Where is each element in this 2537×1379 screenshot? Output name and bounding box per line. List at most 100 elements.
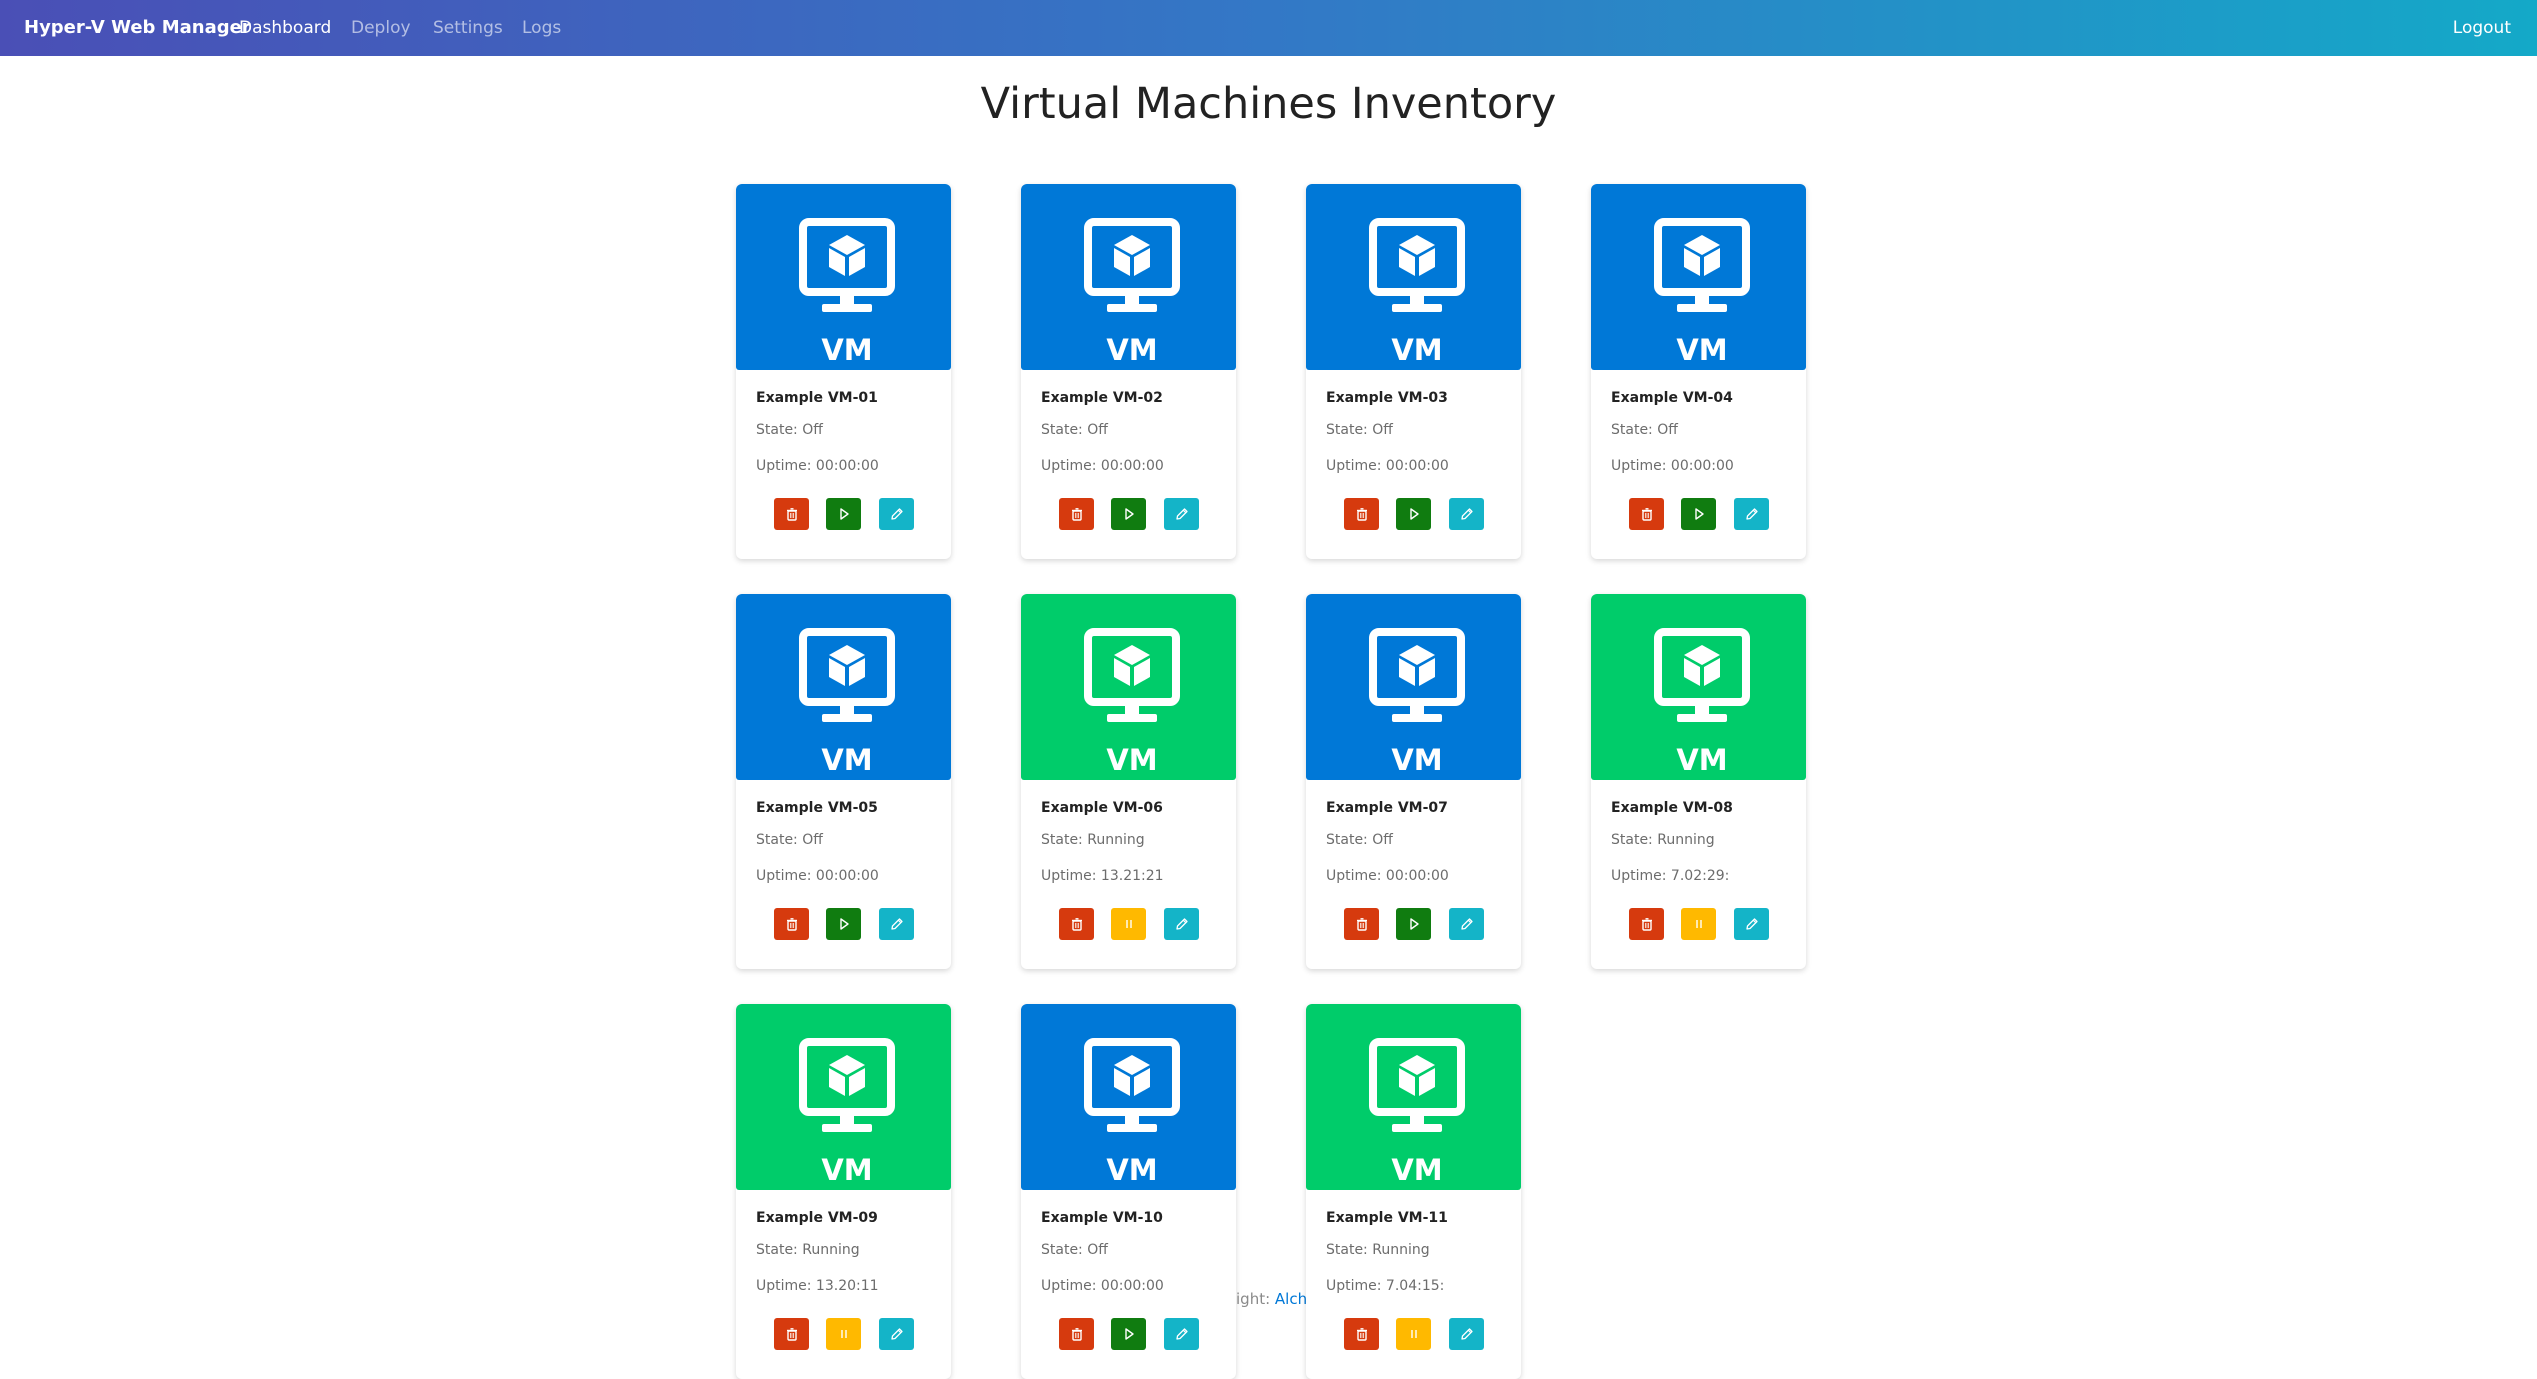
start-button[interactable] <box>1111 498 1146 530</box>
vm-monitor-icon: VM <box>1084 1038 1180 1187</box>
pause-icon <box>1125 920 1132 928</box>
vm-card: VM Example VM-07 State: Off Uptime: 00:00:0… <box>1306 594 1521 969</box>
vm-uptime: Uptime: 7.04:15: <box>1326 1278 1445 1294</box>
pause-button[interactable] <box>1111 908 1146 940</box>
vm-monitor-icon: VM <box>1084 628 1180 777</box>
vm-thumbnail: VM <box>1306 184 1521 370</box>
vm-tile-label: VM <box>1391 1153 1442 1187</box>
delete-button[interactable] <box>1344 908 1379 940</box>
vm-card: VM Example VM-05 State: Off Uptime: 00:00:0… <box>736 594 951 969</box>
nav-link-deploy[interactable]: Deploy <box>351 0 411 56</box>
delete-button[interactable] <box>1629 908 1664 940</box>
edit-button[interactable] <box>1164 908 1199 940</box>
logout-link[interactable]: Logout <box>2453 0 2511 56</box>
vm-monitor-icon: VM <box>1369 628 1465 777</box>
edit-button[interactable] <box>879 908 914 940</box>
vm-name: Example VM-03 <box>1326 390 1448 406</box>
delete-button[interactable] <box>774 1318 809 1350</box>
pause-button[interactable] <box>1681 908 1716 940</box>
vm-card: VM Example VM-08 State: Running Uptime: 7.0… <box>1591 594 1806 969</box>
trash-icon <box>786 918 797 931</box>
delete-button[interactable] <box>1344 498 1379 530</box>
play-icon <box>1124 1328 1134 1340</box>
vm-monitor-icon: VM <box>799 1038 895 1187</box>
start-button[interactable] <box>826 498 861 530</box>
start-button[interactable] <box>1396 908 1431 940</box>
vm-card: VM Example VM-09 State: Running Uptime: 13.… <box>736 1004 951 1379</box>
vm-monitor-icon: VM <box>1654 628 1750 777</box>
vm-state: State: Off <box>1611 422 1678 438</box>
vm-name: Example VM-01 <box>756 390 878 406</box>
edit-button[interactable] <box>1164 1318 1199 1350</box>
vm-name: Example VM-09 <box>756 1210 878 1226</box>
vm-monitor-icon: VM <box>1084 218 1180 367</box>
vm-thumbnail: VM <box>1021 1004 1236 1190</box>
start-button[interactable] <box>826 908 861 940</box>
nav-link-settings[interactable]: Settings <box>433 0 503 56</box>
nav-link-dashboard[interactable]: Dashboard <box>239 0 331 56</box>
delete-button[interactable] <box>1629 498 1664 530</box>
vm-tile-label: VM <box>821 743 872 777</box>
vm-monitor-icon: VM <box>1369 1038 1465 1187</box>
vm-thumbnail: VM <box>1591 184 1806 370</box>
vm-state: State: Off <box>1326 832 1393 848</box>
vm-thumbnail: VM <box>736 594 951 780</box>
vm-uptime: Uptime: 00:00:00 <box>1326 868 1449 884</box>
nav-link-logs[interactable]: Logs <box>522 0 561 56</box>
vm-thumbnail: VM <box>736 1004 951 1190</box>
edit-button[interactable] <box>1164 498 1199 530</box>
page-title: Virtual Machines Inventory <box>980 79 1557 129</box>
trash-icon <box>1356 918 1367 931</box>
edit-button[interactable] <box>879 1318 914 1350</box>
start-button[interactable] <box>1396 498 1431 530</box>
delete-button[interactable] <box>1059 1318 1094 1350</box>
play-icon <box>1694 508 1704 520</box>
pencil-icon <box>1745 918 1758 930</box>
vm-name: Example VM-04 <box>1611 390 1733 406</box>
vm-monitor-icon: VM <box>799 628 895 777</box>
pencil-icon <box>890 1328 903 1340</box>
pencil-icon <box>890 508 903 520</box>
trash-icon <box>1071 1328 1082 1341</box>
trash-icon <box>1071 918 1082 931</box>
pencil-icon <box>890 918 903 930</box>
vm-tile-label: VM <box>821 333 872 367</box>
pencil-icon <box>1460 1328 1473 1340</box>
brand-link[interactable]: Hyper-V Web Manager <box>24 0 251 56</box>
vm-name: Example VM-10 <box>1041 1210 1163 1226</box>
vm-card: VM Example VM-06 State: Running Uptime: 13.… <box>1021 594 1236 969</box>
trash-icon <box>1356 1328 1367 1341</box>
edit-button[interactable] <box>1734 908 1769 940</box>
start-button[interactable] <box>1681 498 1716 530</box>
delete-button[interactable] <box>1059 498 1094 530</box>
pause-button[interactable] <box>826 1318 861 1350</box>
edit-button[interactable] <box>1734 498 1769 530</box>
delete-button[interactable] <box>774 908 809 940</box>
delete-button[interactable] <box>774 498 809 530</box>
pause-icon <box>1695 920 1702 928</box>
pencil-icon <box>1745 508 1758 520</box>
delete-button[interactable] <box>1059 908 1094 940</box>
pause-button[interactable] <box>1396 1318 1431 1350</box>
vm-thumbnail: VM <box>1306 1004 1521 1190</box>
vm-thumbnail: VM <box>1021 594 1236 780</box>
edit-button[interactable] <box>1449 1318 1484 1350</box>
trash-icon <box>786 508 797 521</box>
edit-button[interactable] <box>879 498 914 530</box>
vm-card: VM Example VM-11 State: Running Uptime: 7.0… <box>1306 1004 1521 1379</box>
trash-icon <box>1356 508 1367 521</box>
vm-tile-label: VM <box>1106 1153 1157 1187</box>
vm-uptime: Uptime: 00:00:00 <box>1326 458 1449 474</box>
vm-state: State: Running <box>1611 832 1715 848</box>
play-icon <box>839 918 849 930</box>
edit-button[interactable] <box>1449 498 1484 530</box>
pencil-icon <box>1460 918 1473 930</box>
vm-uptime: Uptime: 13.20:11 <box>756 1278 879 1294</box>
vm-card: VM Example VM-10 State: Off Uptime: 00:00:0… <box>1021 1004 1236 1379</box>
vm-card: VM Example VM-03 State: Off Uptime: 00:00:0… <box>1306 184 1521 559</box>
delete-button[interactable] <box>1344 1318 1379 1350</box>
vm-monitor-icon: VM <box>799 218 895 367</box>
navbar: Hyper-V Web Manager Dashboard Deploy Set… <box>0 0 2537 56</box>
start-button[interactable] <box>1111 1318 1146 1350</box>
edit-button[interactable] <box>1449 908 1484 940</box>
